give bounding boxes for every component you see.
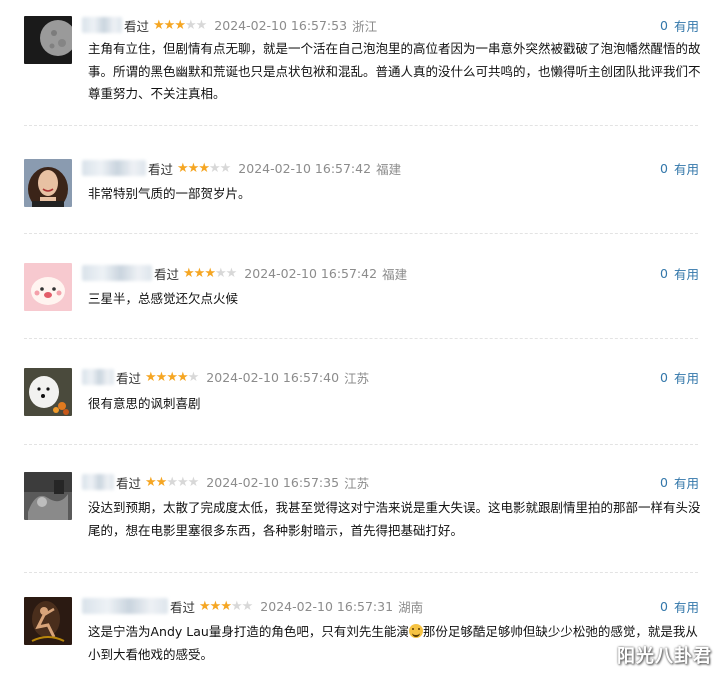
watched-label: 看过 — [116, 475, 142, 491]
comment-time: 2024-02-10 16:57:40 — [206, 369, 340, 385]
divider — [24, 572, 698, 573]
comment-location: 江苏 — [344, 475, 370, 491]
useful-vote: 0 有用 — [660, 472, 699, 492]
useful-count: 0 — [660, 17, 668, 33]
woman-portrait-avatar-icon[interactable] — [24, 159, 72, 207]
star-filled-icon: ★ — [174, 17, 186, 33]
star-filled-icon: ★ — [187, 160, 200, 176]
rating-stars: ★ ★ ★ ★ ★ — [145, 369, 200, 385]
star-filled-icon: ★ — [166, 369, 178, 385]
star-filled-icon: ★ — [183, 265, 195, 281]
comment-text: 三星半，总感觉还欠点火候 — [88, 291, 239, 306]
grinning-emoji-icon — [408, 624, 423, 638]
moon-avatar-icon[interactable] — [24, 16, 72, 64]
comment-text: 没达到预期，太散了完成度太低，我甚至觉得这对宁浩来说是重大失误。这电影就跟剧情里… — [88, 500, 701, 538]
cartoon-bun-avatar-icon[interactable] — [24, 263, 72, 311]
useful-button[interactable]: 有用 — [674, 473, 699, 492]
comment-location: 福建 — [376, 161, 402, 177]
comment-location: 湖南 — [398, 599, 424, 615]
watermark: 阳光八卦君 — [617, 646, 712, 667]
star-empty-icon: ★ — [166, 474, 178, 490]
rating-stars: ★ ★ ★ ★ ★ — [183, 265, 238, 281]
watched-label: 看过 — [116, 370, 142, 386]
useful-button[interactable]: 有用 — [674, 264, 699, 283]
useful-button[interactable]: 有用 — [674, 16, 699, 35]
star-filled-icon: ★ — [163, 17, 176, 33]
star-filled-icon: ★ — [145, 369, 157, 385]
useful-vote: 0 有用 — [660, 15, 699, 35]
comment-text-part: 这是宁浩为Andy Lau量身打造的角色吧，只有刘先生能演 — [88, 624, 409, 639]
username[interactable] — [82, 474, 114, 490]
useful-vote: 0 有用 — [660, 596, 699, 616]
dark-gray-photo-avatar-icon[interactable] — [24, 472, 72, 520]
rating-stars: ★ ★ ★ ★ ★ — [199, 598, 254, 614]
star-empty-icon: ★ — [225, 265, 238, 281]
star-empty-icon: ★ — [176, 474, 189, 490]
star-filled-icon: ★ — [199, 598, 211, 614]
useful-vote: 0 有用 — [660, 263, 699, 283]
comment-time: 2024-02-10 16:57:53 — [214, 17, 348, 33]
white-dog-avatar-icon[interactable] — [24, 368, 72, 416]
watched-label: 看过 — [148, 161, 174, 177]
watched-label: 看过 — [170, 599, 196, 615]
star-empty-icon: ★ — [241, 598, 254, 614]
star-filled-icon: ★ — [153, 17, 165, 33]
comment-location: 福建 — [382, 266, 408, 282]
star-filled-icon: ★ — [176, 369, 189, 385]
username[interactable] — [82, 265, 152, 281]
useful-count: 0 — [660, 265, 668, 281]
comment-location: 浙江 — [352, 18, 378, 34]
star-empty-icon: ★ — [184, 17, 197, 33]
star-filled-icon: ★ — [177, 160, 189, 176]
useful-count: 0 — [660, 160, 668, 176]
dancer-avatar-icon[interactable] — [24, 597, 72, 645]
star-filled-icon: ★ — [198, 160, 210, 176]
star-filled-icon: ★ — [155, 369, 168, 385]
star-filled-icon: ★ — [209, 598, 222, 614]
comment-text: 非常特别气质的一部贺岁片。 — [88, 186, 251, 201]
username[interactable] — [82, 17, 122, 33]
divider — [24, 338, 698, 339]
comment-time: 2024-02-10 16:57:35 — [206, 474, 340, 490]
star-filled-icon: ★ — [204, 265, 216, 281]
star-empty-icon: ★ — [208, 160, 221, 176]
star-filled-icon: ★ — [220, 598, 232, 614]
useful-count: 0 — [660, 598, 668, 614]
rating-stars: ★ ★ ★ ★ ★ — [153, 17, 208, 33]
star-empty-icon: ★ — [195, 17, 208, 33]
useful-button[interactable]: 有用 — [674, 597, 699, 616]
useful-button[interactable]: 有用 — [674, 159, 699, 178]
star-empty-icon: ★ — [187, 474, 200, 490]
watched-label: 看过 — [124, 18, 150, 34]
comment-time: 2024-02-10 16:57:42 — [238, 160, 372, 176]
star-empty-icon: ★ — [230, 598, 243, 614]
useful-vote: 0 有用 — [660, 367, 699, 387]
comment-time: 2024-02-10 16:57:42 — [244, 265, 378, 281]
username[interactable] — [82, 160, 146, 176]
useful-count: 0 — [660, 369, 668, 385]
divider — [24, 444, 698, 445]
useful-vote: 0 有用 — [660, 158, 699, 178]
rating-stars: ★ ★ ★ ★ ★ — [177, 160, 232, 176]
star-empty-icon: ★ — [219, 160, 232, 176]
star-empty-icon: ★ — [214, 265, 227, 281]
star-filled-icon: ★ — [193, 265, 206, 281]
star-filled-icon: ★ — [145, 474, 157, 490]
useful-button[interactable]: 有用 — [674, 368, 699, 387]
divider — [24, 125, 698, 126]
divider — [24, 233, 698, 234]
rating-stars: ★ ★ ★ ★ ★ — [145, 474, 200, 490]
watched-label: 看过 — [154, 266, 180, 282]
comment-time: 2024-02-10 16:57:31 — [260, 598, 394, 614]
comment-text: 主角有立住，但剧情有点无聊，就是一个活在自己泡泡里的高位者因为一串意外突然被戳破… — [88, 41, 701, 101]
comment-text: 这是宁浩为Andy Lau量身打造的角色吧，只有刘先生能演 那份足够酷足够帅但缺少… — [88, 621, 702, 666]
username[interactable] — [82, 369, 114, 385]
comment-text: 很有意思的讽刺喜剧 — [88, 396, 201, 411]
star-empty-icon: ★ — [187, 369, 200, 385]
star-filled-icon: ★ — [155, 474, 168, 490]
comment-location: 江苏 — [344, 370, 370, 386]
username[interactable] — [82, 598, 168, 614]
useful-count: 0 — [660, 474, 668, 490]
